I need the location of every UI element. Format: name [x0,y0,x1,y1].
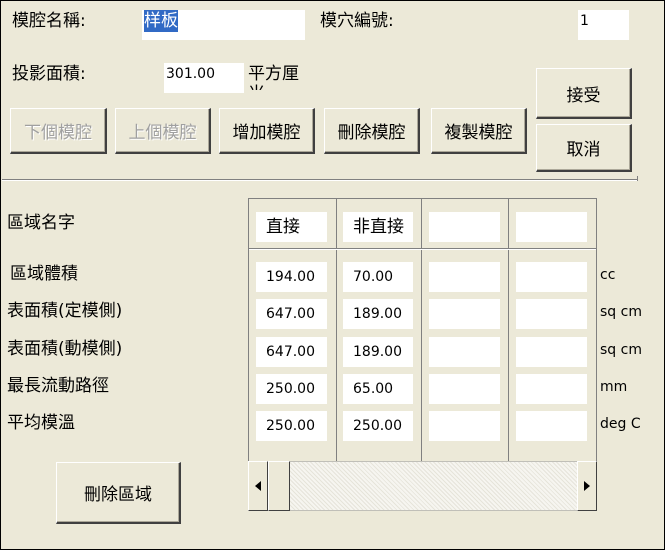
grid-cell[interactable]: 189.00 [343,337,413,367]
grid-header-divider [249,248,596,250]
region-name-label: 區域名字 [7,213,75,233]
region-name-cell-direct[interactable]: 直接 [256,212,327,242]
grid-cell[interactable]: 647.00 [256,337,327,367]
unit-label: mm [600,379,628,395]
separator-end [637,176,638,181]
grid-cell[interactable] [429,337,500,367]
grid-cell[interactable]: 250.00 [256,411,327,441]
scroll-left-button[interactable] [248,461,268,511]
grid-cell[interactable]: 250.00 [256,374,327,404]
grid-cell[interactable]: 250.00 [343,411,413,441]
grid-cell[interactable] [516,262,587,292]
grid-divider [248,198,249,461]
unit-label: sq cm [600,304,642,320]
grid-cell[interactable] [429,411,500,441]
grid-cell[interactable] [429,374,500,404]
cavity-name-field[interactable]: 样板 [142,10,305,40]
grid-cell[interactable]: 647.00 [256,299,327,329]
cavity-number-label: 模穴編號: [320,11,394,31]
grid-cell[interactable] [516,299,587,329]
surface-area-fixed-label: 表面積(定模側) [7,301,123,321]
separator [2,179,638,181]
projected-area-unit: 平方厘米 [248,64,299,90]
next-cavity-button[interactable]: 下個模腔 [10,108,107,154]
grid-cell[interactable]: 65.00 [343,374,413,404]
avg-mold-temp-label: 平均模溫 [7,413,75,433]
horizontal-scrollbar[interactable] [248,461,597,511]
grid-cell[interactable] [516,374,587,404]
grid-cell[interactable] [516,411,587,441]
scroll-right-button[interactable] [577,461,597,511]
region-name-cell[interactable] [516,212,587,242]
grid-cell[interactable] [516,337,587,367]
projected-area-label: 投影面積: [12,64,86,84]
cavity-number-field[interactable]: 1 [578,10,629,40]
copy-cavity-button[interactable]: 複製模腔 [431,108,527,154]
region-volume-label: 區域體積 [10,264,78,284]
grid-cell[interactable] [429,262,500,292]
grid-divider [336,198,337,461]
max-flow-path-label: 最長流動路徑 [7,376,109,396]
unit-label: deg C [600,416,641,432]
grid-cell[interactable]: 194.00 [256,262,327,292]
cancel-button[interactable]: 取消 [536,124,632,172]
grid-cell[interactable] [429,299,500,329]
scroll-thumb[interactable] [268,461,290,511]
triangle-left-icon [255,481,261,491]
prev-cavity-button[interactable]: 上個模腔 [115,108,211,154]
unit-label: cc [600,267,616,283]
triangle-right-icon [584,481,590,491]
cavity-name-label: 模腔名稱: [12,11,86,31]
region-name-cell-indirect[interactable]: 非直接 [343,212,413,242]
grid-divider [508,198,509,461]
projected-area-field[interactable]: 301.00 [164,63,244,93]
delete-region-button[interactable]: 刪除區域 [56,462,181,524]
grid-divider [421,198,422,461]
grid-cell[interactable]: 189.00 [343,299,413,329]
grid-divider [596,198,597,461]
delete-cavity-button[interactable]: 刪除模腔 [324,108,420,154]
region-name-cell[interactable] [429,212,500,242]
surface-area-moving-label: 表面積(動模側) [7,339,123,359]
unit-label: sq cm [600,342,642,358]
cavity-name-value: 样板 [144,10,178,32]
accept-button[interactable]: 接受 [536,68,632,119]
grid-cell[interactable]: 70.00 [343,262,413,292]
add-cavity-button[interactable]: 增加模腔 [219,108,315,154]
